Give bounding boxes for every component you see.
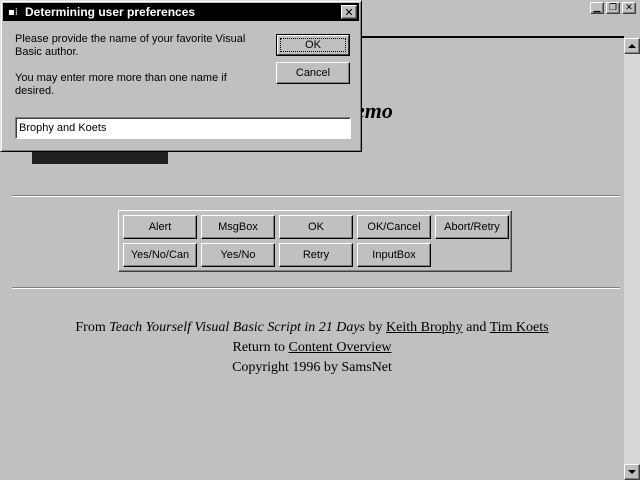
author-link-koets[interactable]: Tim Koets [490, 320, 549, 335]
msgbox-button[interactable]: MsgBox [201, 215, 275, 239]
footer-and-text: and [462, 320, 490, 335]
window-controls: ▁ ❐ ✕ [590, 2, 636, 14]
copyright: Copyright 1996 by SamsNet [232, 360, 392, 375]
vb-app-icon: ▪⁞ [8, 6, 18, 18]
ok-button-label: OK [280, 38, 346, 52]
scroll-up-button[interactable] [624, 38, 640, 54]
restore-button[interactable]: ❐ [606, 2, 620, 14]
footer-return-text: Return to [232, 340, 289, 355]
input-dialog: ▪⁞ Determining user preferences ✕ Please… [0, 0, 362, 152]
arrow-up-icon [628, 44, 636, 48]
divider-top [12, 195, 620, 197]
minimize-icon: ▁ [593, 2, 601, 13]
ok-cancel-button[interactable]: OK/Cancel [357, 215, 431, 239]
scroll-down-button[interactable] [624, 464, 640, 480]
retry-button[interactable]: Retry [279, 243, 353, 267]
arrow-down-icon [628, 470, 636, 474]
title-banner-bar [32, 150, 168, 164]
footer-from-text: From [75, 320, 110, 335]
dialog-title: Determining user preferences [25, 5, 196, 19]
dialog-titlebar[interactable]: ▪⁞ Determining user preferences ✕ [3, 3, 359, 21]
close-window-button[interactable]: ✕ [622, 2, 636, 14]
close-icon: ✕ [344, 5, 354, 19]
ok-demo-button[interactable]: OK [279, 215, 353, 239]
yes-no-button[interactable]: Yes/No [201, 243, 275, 267]
dialog-prompt-line2: You may enter more more than one name if… [15, 72, 227, 97]
abort-retry-button[interactable]: Abort/Retry [435, 215, 509, 239]
footer-by-text: by [365, 320, 387, 335]
ok-button-face: OK [277, 35, 349, 55]
footer-return: Return to Content Overview [0, 338, 624, 358]
restore-icon: ❐ [608, 2, 618, 13]
author-input[interactable] [15, 117, 351, 139]
dialog-prompt-line1: Please provide the name of your favorite… [15, 33, 246, 58]
divider-bottom [12, 287, 620, 289]
footer-attribution: From Teach Yourself Visual Basic Script … [0, 318, 624, 338]
vertical-scrollbar[interactable] [624, 38, 640, 480]
demo-button-table: Alert MsgBox OK OK/Cancel Abort/Retry Ye… [118, 210, 512, 272]
close-icon: ✕ [625, 2, 633, 13]
inputbox-button[interactable]: InputBox [357, 243, 431, 267]
yes-no-cancel-button[interactable]: Yes/No/Can [123, 243, 197, 267]
book-title: Teach Yourself Visual Basic Script in 21… [109, 320, 366, 335]
alert-button[interactable]: Alert [123, 215, 197, 239]
dialog-close-button[interactable]: ✕ [341, 5, 357, 19]
cancel-button[interactable]: Cancel [276, 62, 350, 84]
ok-button[interactable]: OK [276, 34, 350, 56]
page-footer: From Teach Yourself Visual Basic Script … [0, 318, 624, 378]
author-link-brophy[interactable]: Keith Brophy [386, 320, 463, 335]
content-overview-link[interactable]: Content Overview [288, 340, 391, 355]
minimize-button[interactable]: ▁ [590, 2, 604, 14]
